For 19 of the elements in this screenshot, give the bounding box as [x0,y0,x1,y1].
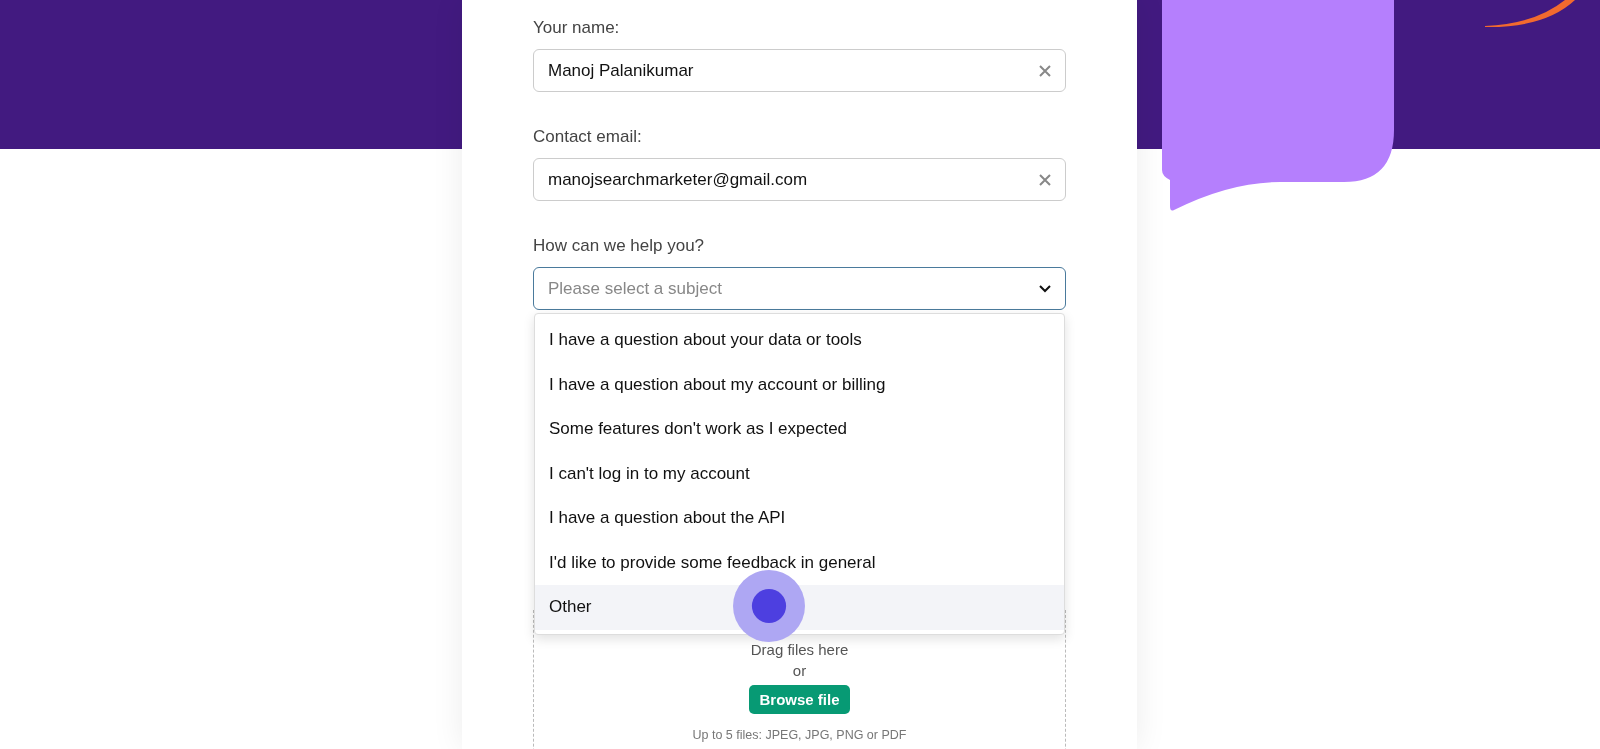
dropdown-option[interactable]: I can't log in to my account [535,451,1064,496]
dropdown-option[interactable]: I have a question about your data or tools [535,318,1064,363]
dropdown-option[interactable]: I'd like to provide some feedback in general [535,540,1064,585]
file-limit-note: Up to 5 files: JPEG, JPG, PNG or PDF [692,728,907,742]
dropdown-option[interactable]: I have a question about my account or billing [535,362,1064,407]
subject-dropdown[interactable]: Please select a subject [533,267,1066,310]
drop-hint: Drag files here [750,641,849,658]
browse-file-button[interactable]: Browse file [749,685,850,714]
field-label: How can we help you? [533,236,706,256]
chevron-down-icon [1039,284,1051,293]
text-input[interactable]: manojsearchmarketer@gmail.com [533,158,1066,201]
text-input[interactable]: Manoj Palanikumar [533,49,1066,92]
close-icon[interactable] [1039,64,1051,77]
field-label: Contact email: [533,127,643,147]
field-label: Your name: [533,18,621,38]
dropdown-option[interactable]: Some features don't work as I expected [535,407,1064,452]
close-icon[interactable] [1039,173,1051,186]
dropdown-option[interactable]: I have a question about the API [535,496,1064,541]
separator-text: or [792,662,807,679]
